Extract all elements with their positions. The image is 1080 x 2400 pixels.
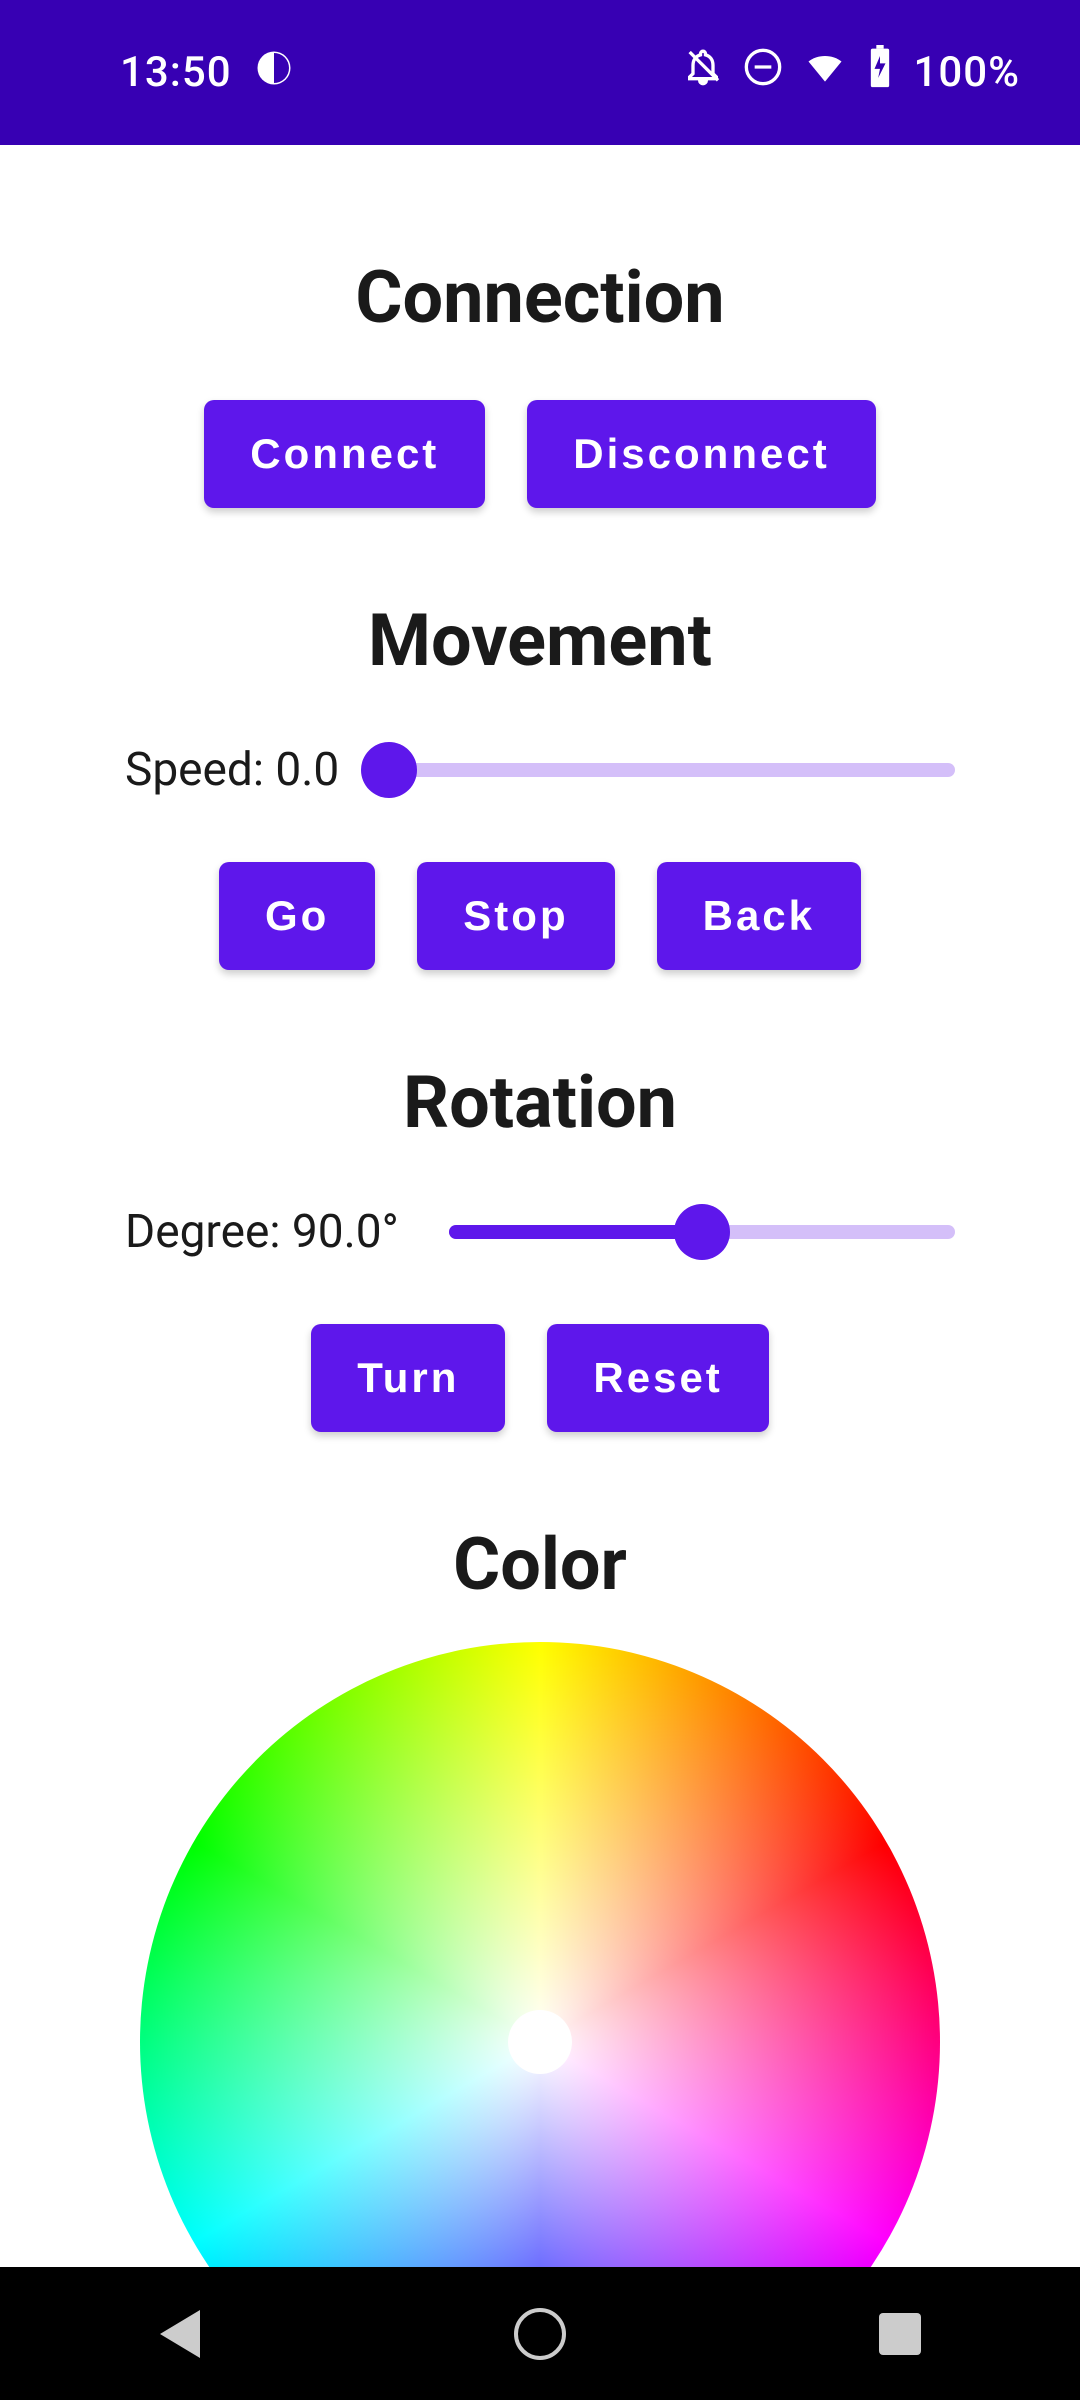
status-time: 13:50 <box>120 48 232 97</box>
dnd-icon <box>743 47 783 98</box>
disconnect-button[interactable]: Disconnect <box>527 400 875 508</box>
connection-section: Connection Connect Disconnect <box>0 255 1080 508</box>
speed-slider-thumb[interactable] <box>361 742 417 798</box>
mute-icon <box>683 47 723 98</box>
go-button[interactable]: Go <box>219 862 375 970</box>
back-button[interactable]: Back <box>657 862 861 970</box>
connect-button[interactable]: Connect <box>204 400 485 508</box>
color-title: Color <box>0 1522 1080 1607</box>
status-bar: 13:50 100% <box>0 0 1080 145</box>
wifi-icon <box>803 45 847 100</box>
battery-percent: 100% <box>913 48 1020 97</box>
degree-label: Degree: 90.0° <box>125 1205 399 1259</box>
nav-recent-button[interactable] <box>870 2304 930 2364</box>
degree-slider-thumb[interactable] <box>674 1204 730 1260</box>
movement-title: Movement <box>0 598 1080 683</box>
color-wheel[interactable] <box>140 1642 940 2267</box>
stop-button[interactable]: Stop <box>417 862 614 970</box>
notification-icon <box>256 48 292 97</box>
movement-section: Movement Speed: 0.0 Go Stop Back <box>0 598 1080 970</box>
nav-back-button[interactable] <box>150 2304 210 2364</box>
rotation-title: Rotation <box>0 1060 1080 1145</box>
degree-slider[interactable] <box>449 1225 955 1239</box>
battery-icon <box>867 45 893 100</box>
speed-label: Speed: 0.0 <box>125 743 339 797</box>
turn-button[interactable]: Turn <box>311 1324 505 1432</box>
system-nav-bar <box>0 2267 1080 2400</box>
nav-home-button[interactable] <box>510 2304 570 2364</box>
connection-title: Connection <box>0 255 1080 340</box>
degree-slider-fill <box>449 1225 702 1239</box>
color-wheel-handle[interactable] <box>508 2010 572 2074</box>
color-section: Color <box>0 1522 1080 2267</box>
speed-slider[interactable] <box>389 763 955 777</box>
app-content: Connection Connect Disconnect Movement S… <box>0 145 1080 2267</box>
reset-button[interactable]: Reset <box>547 1324 768 1432</box>
rotation-section: Rotation Degree: 90.0° Turn Reset <box>0 1060 1080 1432</box>
